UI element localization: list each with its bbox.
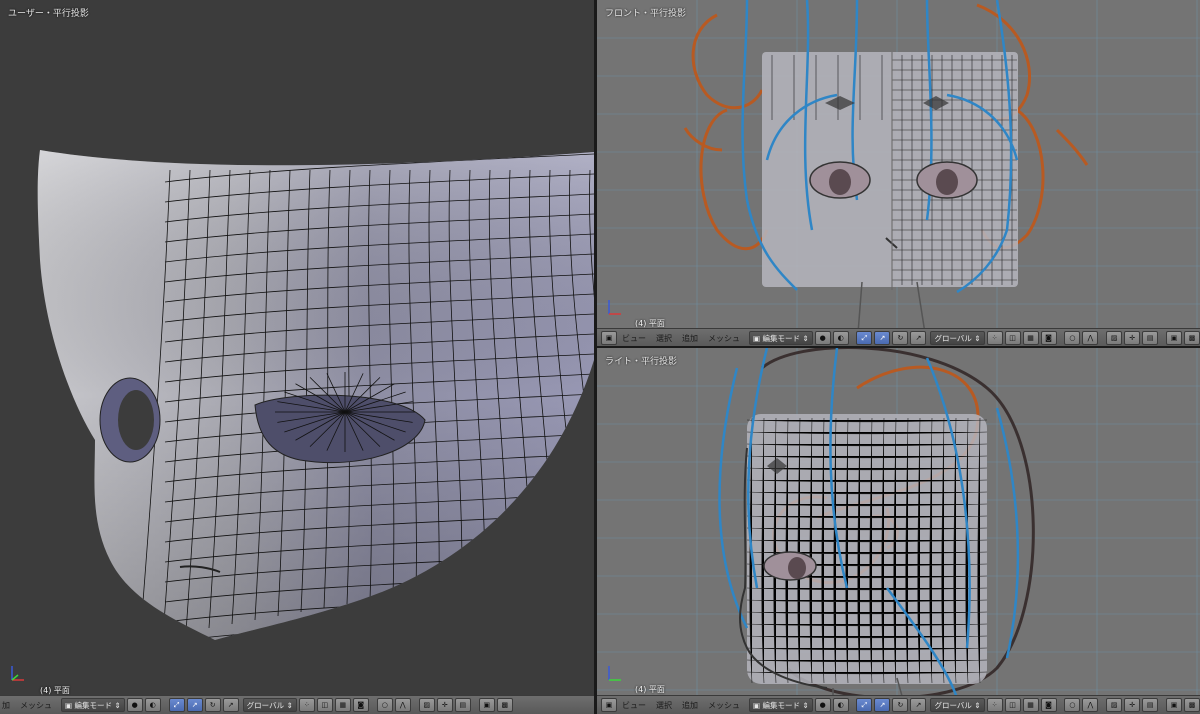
side-mesh-panel <box>747 414 987 684</box>
pivot-button[interactable]: ◐ <box>832 331 849 345</box>
translate-manipulator-button[interactable]: ↗ <box>874 698 891 712</box>
eye-pole-fan <box>275 372 415 452</box>
axis-gizmo-icon <box>608 666 621 681</box>
manipulator-toggle[interactable]: ⤢ <box>168 698 185 712</box>
right-viewport-canvas[interactable] <box>597 348 1200 714</box>
right-viewport-header: ▣ ビュー 選択 追加 メッシュ ▣ 編集モード ⇕ ● ◐ ⤢ ↗ ↻ ↗ グ… <box>597 695 1200 714</box>
chevron-icon: ⇕ <box>284 700 293 710</box>
rotate-manipulator-button[interactable]: ↻ <box>892 331 909 345</box>
axis-gizmo-icon <box>608 300 621 315</box>
user-viewport-title: ユーザー・平行投影 <box>8 9 89 19</box>
render-anim-button[interactable]: ▩ <box>496 698 513 712</box>
shading-button[interactable]: ● <box>814 331 831 345</box>
mode-dropdown[interactable]: ▣ 編集モード ⇕ <box>749 331 813 345</box>
snap-target-button[interactable]: ✛ <box>436 698 453 712</box>
orientation-dropdown[interactable]: グローバル ⇕ <box>930 331 985 345</box>
right-viewport-title: ライト・平行投影 <box>605 357 678 367</box>
front-viewport-title: フロント・平行投影 <box>605 9 687 19</box>
chevron-icon: ⇕ <box>971 700 981 710</box>
snap-toggle-button[interactable]: ▨ <box>1106 331 1123 345</box>
horizontal-split[interactable] <box>597 346 1200 348</box>
rotate-manipulator-button[interactable]: ↻ <box>892 698 909 712</box>
snap-target-button[interactable]: ✛ <box>1124 698 1141 712</box>
vertex-select-button[interactable]: ⁘ <box>298 698 315 712</box>
user-viewport-header: 加 メッシュ ▣ 編集モード ⇕ ● ◐ ⤢ ↗ ↻ ↗ グローバル ⇕ ⁘ ◫… <box>0 695 594 714</box>
pivot-button[interactable]: ◐ <box>144 698 161 712</box>
proportional-edit-button[interactable]: ○ <box>1064 698 1081 712</box>
face-select-button[interactable]: ▦ <box>1022 698 1039 712</box>
face-select-button[interactable]: ▦ <box>1022 331 1039 345</box>
orientation-dropdown[interactable]: グローバル ⇕ <box>242 698 297 712</box>
rotate-manipulator-button[interactable]: ↻ <box>204 698 221 712</box>
menu-view[interactable]: ビュー <box>617 333 651 344</box>
edge-select-button[interactable]: ◫ <box>1004 331 1021 345</box>
manipulator-toggle[interactable]: ⤢ <box>856 698 873 712</box>
falloff-button[interactable]: ⋀ <box>1082 331 1099 345</box>
menu-mesh[interactable]: メッシュ <box>15 700 57 711</box>
snap-target-button[interactable]: ✛ <box>1124 331 1141 345</box>
snap-element-button[interactable]: ▤ <box>454 698 471 712</box>
mode-dropdown[interactable]: ▣ 編集モード ⇕ <box>749 698 813 712</box>
front-mesh-panel <box>762 52 1018 287</box>
chevron-icon: ⇕ <box>799 700 809 710</box>
translate-manipulator-button[interactable]: ↗ <box>186 698 203 712</box>
render-button[interactable]: ▣ <box>1166 331 1183 345</box>
front-viewport-header: ▣ ビュー 選択 追加 メッシュ ▣ 編集モード ⇕ ● ◐ ⤢ ↗ ↻ ↗ グ… <box>597 328 1200 346</box>
snap-toggle-button[interactable]: ▨ <box>1106 698 1123 712</box>
falloff-button[interactable]: ⋀ <box>1082 698 1099 712</box>
limit-selection-button[interactable]: ◙ <box>352 698 369 712</box>
render-button[interactable]: ▣ <box>1166 698 1183 712</box>
menu-view[interactable]: ビュー <box>617 700 651 711</box>
edge-select-button[interactable]: ◫ <box>1004 698 1021 712</box>
manipulator-toggle[interactable]: ⤢ <box>856 331 873 345</box>
face-select-button[interactable]: ▦ <box>334 698 351 712</box>
shading-button[interactable]: ● <box>814 698 831 712</box>
menu-add[interactable]: 追加 <box>677 700 703 711</box>
scale-manipulator-button[interactable]: ↗ <box>222 698 239 712</box>
chevron-icon: ⇕ <box>111 700 121 710</box>
orientation-dropdown[interactable]: グローバル ⇕ <box>930 698 985 712</box>
render-anim-button[interactable]: ▩ <box>1184 698 1200 712</box>
chevron-icon: ⇕ <box>971 333 981 343</box>
right-ortho-viewport[interactable]: ライト・平行投影 (4) 平面 ▣ ビュー 選択 追加 メッシュ ▣ 編集モード… <box>597 348 1200 714</box>
right-viewport-status: (4) 平面 <box>635 685 665 694</box>
limit-selection-button[interactable]: ◙ <box>1040 331 1057 345</box>
mode-icon: ▣ <box>753 700 763 710</box>
editor-type-button[interactable]: ▣ <box>601 698 617 712</box>
scale-manipulator-button[interactable]: ↗ <box>910 698 927 712</box>
render-anim-button[interactable]: ▩ <box>1184 331 1200 345</box>
menu-mesh[interactable]: メッシュ <box>703 700 745 711</box>
user-ortho-viewport[interactable]: ユーザー・平行投影 (4) 平面 加 メッシュ ▣ 編集モード ⇕ ● ◐ ⤢ … <box>0 0 594 714</box>
proportional-edit-button[interactable]: ○ <box>1064 331 1081 345</box>
render-button[interactable]: ▣ <box>478 698 495 712</box>
menu-mesh[interactable]: メッシュ <box>703 333 745 344</box>
vertex-select-button[interactable]: ⁘ <box>986 698 1003 712</box>
mode-icon: ▣ <box>753 333 763 343</box>
snap-toggle-button[interactable]: ▨ <box>418 698 435 712</box>
snap-element-button[interactable]: ▤ <box>1142 698 1159 712</box>
limit-selection-button[interactable]: ◙ <box>1040 698 1057 712</box>
translate-manipulator-button[interactable]: ↗ <box>874 331 891 345</box>
vertical-split[interactable] <box>594 0 597 714</box>
scale-manipulator-button[interactable]: ↗ <box>910 331 927 345</box>
chevron-icon: ⇕ <box>799 333 809 343</box>
mode-icon: ▣ <box>65 700 75 710</box>
pivot-button[interactable]: ◐ <box>832 698 849 712</box>
proportional-edit-button[interactable]: ○ <box>376 698 393 712</box>
edge-select-button[interactable]: ◫ <box>316 698 333 712</box>
vertex-select-button[interactable]: ⁘ <box>986 331 1003 345</box>
mode-dropdown[interactable]: ▣ 編集モード ⇕ <box>61 698 125 712</box>
front-ortho-viewport[interactable]: フロント・平行投影 (4) 平面 ▣ ビュー 選択 追加 メッシュ ▣ 編集モー… <box>597 0 1200 346</box>
menu-add-partial[interactable]: 加 <box>0 700 15 711</box>
front-viewport-canvas[interactable] <box>597 0 1200 346</box>
menu-select[interactable]: 選択 <box>651 333 677 344</box>
menu-add[interactable]: 追加 <box>677 333 703 344</box>
snap-element-button[interactable]: ▤ <box>1142 331 1159 345</box>
axis-gizmo-icon <box>11 666 24 681</box>
falloff-button[interactable]: ⋀ <box>394 698 411 712</box>
user-viewport-canvas[interactable] <box>0 0 594 714</box>
menu-select[interactable]: 選択 <box>651 700 677 711</box>
shading-button[interactable]: ● <box>126 698 143 712</box>
editor-type-button[interactable]: ▣ <box>601 331 617 345</box>
